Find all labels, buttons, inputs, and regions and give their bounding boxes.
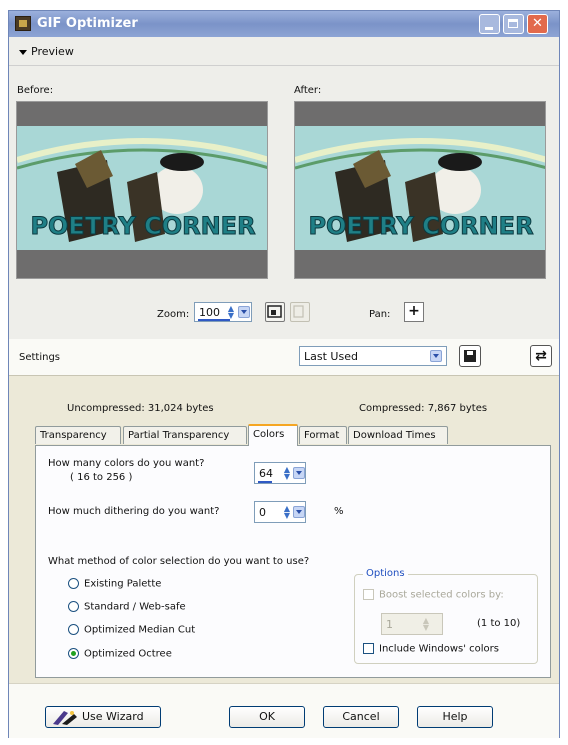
boost-spinner[interactable]: ▲ ▼ — [420, 617, 432, 632]
dither-unit: % — [334, 506, 344, 517]
ok-button[interactable]: OK — [229, 706, 305, 728]
after-label: After: — [294, 85, 322, 96]
tab-download-times[interactable]: Download Times — [348, 426, 448, 444]
before-label: Before: — [17, 85, 54, 96]
boost-amount-value: 1 — [386, 618, 393, 631]
colors-count-dropdown-arrow-icon[interactable] — [293, 467, 305, 479]
maximize-button[interactable] — [503, 14, 524, 34]
include-windows-colors-checkbox[interactable] — [363, 643, 374, 654]
after-image-caption: POETRY CORNER — [308, 212, 533, 240]
gif-optimizer-dialog: GIF Optimizer ✕ Preview Before: After: P… — [8, 10, 560, 738]
tab-colors[interactable]: Colors — [248, 424, 298, 446]
colors-question: How many colors do you want? — [48, 458, 205, 469]
tab-partial-transparency[interactable]: Partial Transparency — [123, 426, 247, 444]
method-label: Optimized Median Cut — [84, 624, 196, 636]
preview-section: Preview Before: After: POETRY CORNER POE… — [9, 37, 559, 340]
close-button[interactable]: ✕ — [527, 14, 548, 34]
pan-button[interactable]: + — [404, 302, 424, 322]
cancel-button[interactable]: Cancel — [323, 706, 399, 728]
zoom-value: 100 — [199, 306, 220, 319]
preset-value: Last Used — [304, 350, 358, 363]
method-label: Optimized Octree — [84, 648, 172, 660]
dither-dropdown-arrow-icon[interactable] — [293, 506, 305, 518]
boost-colors-checkbox[interactable] — [363, 589, 374, 600]
include-windows-colors-label: Include Windows' colors — [379, 643, 499, 655]
colors-count-bar — [258, 481, 272, 483]
radio-optimized-median-cut[interactable] — [68, 624, 79, 635]
boost-amount-input[interactable]: 1 ▲ ▼ — [381, 613, 443, 635]
zoom-to-fit-button[interactable] — [265, 302, 285, 322]
zoom-actual-button[interactable] — [290, 302, 310, 322]
preview-header-label: Preview — [31, 45, 74, 58]
title-bar[interactable]: GIF Optimizer ✕ — [9, 11, 559, 37]
options-legend: Options — [363, 568, 408, 579]
radio-standard-web-safe[interactable] — [68, 601, 79, 612]
after-image-art: POETRY CORNER — [295, 102, 545, 278]
help-button[interactable]: Help — [417, 706, 493, 728]
zoom-spinner[interactable]: ▲ ▼ — [225, 305, 237, 320]
before-image-art: POETRY CORNER — [17, 102, 267, 278]
colors-count-value: 64 — [259, 467, 273, 480]
preset-select[interactable]: Last Used — [299, 346, 447, 366]
zoom-underline — [198, 319, 230, 321]
colors-tab-panel: How many colors do you want? ( 16 to 256… — [35, 445, 551, 678]
boost-colors-option[interactable]: Boost selected colors by: — [363, 589, 504, 601]
tab-format[interactable]: Format — [299, 426, 347, 444]
before-preview-image[interactable]: POETRY CORNER — [16, 101, 268, 279]
boost-range: (1 to 10) — [477, 618, 521, 629]
before-image-caption: POETRY CORNER — [30, 212, 255, 240]
colors-count-input[interactable]: 64 ▲ ▼ — [254, 462, 306, 484]
method-question: What method of color selection do you wa… — [48, 556, 310, 567]
method-label: Existing Palette — [84, 578, 162, 590]
use-wizard-label: Use Wizard — [82, 710, 144, 723]
colors-count-spinner[interactable]: ▲ ▼ — [281, 466, 293, 481]
method-existing-palette[interactable]: Existing Palette — [68, 578, 161, 590]
pan-label: Pan: — [369, 309, 391, 320]
minimize-button[interactable] — [479, 14, 500, 34]
dither-question: How much dithering do you want? — [48, 506, 220, 517]
tab-transparency[interactable]: Transparency — [35, 426, 121, 444]
uncompressed-size: Uncompressed: 31,024 bytes — [67, 403, 214, 414]
options-group: Options Boost selected colors by: 1 ▲ ▼ (… — [354, 568, 538, 664]
zoom-label: Zoom: — [157, 309, 190, 320]
dither-spinner[interactable]: ▲ ▼ — [281, 505, 293, 520]
method-optimized-octree[interactable]: Optimized Octree — [68, 648, 172, 660]
window-title: GIF Optimizer — [37, 16, 138, 31]
dither-value: 0 — [259, 506, 266, 519]
method-label: Standard / Web-safe — [84, 601, 186, 613]
radio-optimized-octree[interactable] — [68, 648, 79, 659]
method-standard-web-safe[interactable]: Standard / Web-safe — [68, 601, 186, 613]
collapse-triangle-icon — [19, 49, 27, 55]
settings-row: Settings Last Used ⇄ — [9, 339, 559, 376]
reset-preset-button[interactable]: ⇄ — [530, 345, 552, 367]
preset-dropdown-arrow-icon[interactable] — [430, 350, 442, 362]
preview-divider — [9, 65, 559, 66]
zoom-input[interactable]: 100 ▲ ▼ — [194, 302, 252, 322]
use-wizard-button[interactable]: Use Wizard — [45, 706, 161, 728]
boost-colors-label: Boost selected colors by: — [379, 589, 504, 601]
dialog-button-bar: Use Wizard OK Cancel Help — [9, 683, 559, 738]
colors-range: ( 16 to 256 ) — [70, 472, 133, 483]
wizard-icon — [53, 711, 77, 725]
preview-toggle[interactable]: Preview — [19, 45, 74, 58]
after-preview-image[interactable]: POETRY CORNER — [294, 101, 546, 279]
zoom-dropdown-arrow-icon[interactable] — [238, 306, 250, 318]
save-preset-button[interactable] — [459, 345, 481, 367]
actual-size-icon — [293, 305, 304, 318]
settings-label: Settings — [19, 352, 61, 363]
fit-window-icon — [267, 305, 282, 318]
compressed-size: Compressed: 7,867 bytes — [359, 403, 488, 414]
radio-existing-palette[interactable] — [68, 578, 79, 589]
method-optimized-median-cut[interactable]: Optimized Median Cut — [68, 624, 195, 636]
include-windows-colors-option[interactable]: Include Windows' colors — [363, 643, 499, 655]
dither-input[interactable]: 0 ▲ ▼ — [254, 501, 306, 523]
app-icon — [15, 16, 31, 31]
